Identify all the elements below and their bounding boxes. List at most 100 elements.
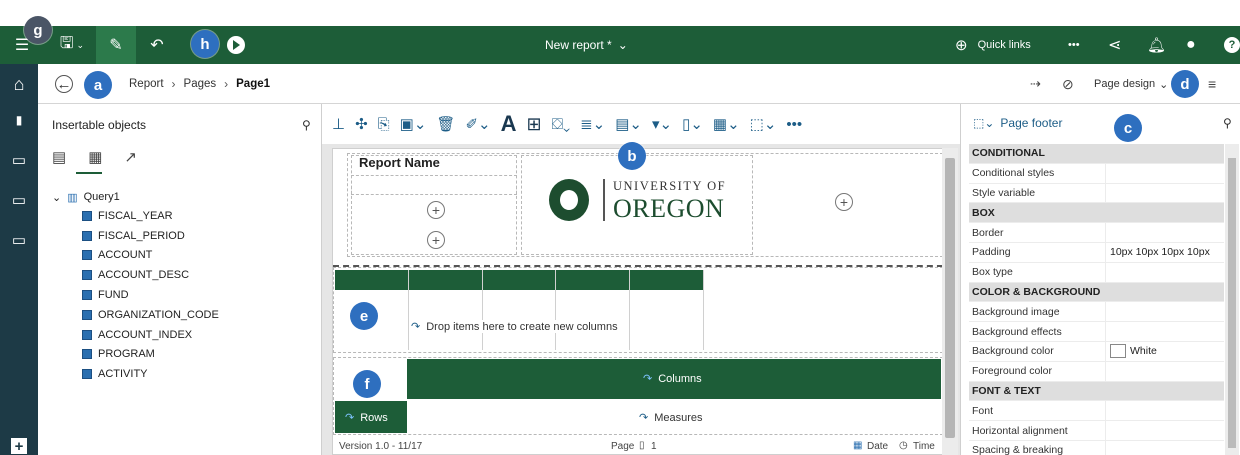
align-icon[interactable]: ≣⌄ (580, 115, 605, 133)
property-row[interactable]: Background color White (969, 341, 1224, 362)
pin-icon[interactable]: ⚲ (302, 118, 311, 132)
property-value[interactable] (1106, 184, 1224, 203)
pivot-icon[interactable]: ✣ (355, 115, 368, 133)
toolbox-tab-icon[interactable]: ↗ (124, 148, 137, 166)
table-icon[interactable]: ▦⌄ (713, 115, 740, 133)
report-title-dropdown[interactable]: New report * ⌄ (545, 26, 628, 64)
add-icon[interactable]: + (427, 201, 445, 219)
field-item[interactable]: ACCOUNT_INDEX (52, 325, 219, 345)
query-node[interactable]: ⌄ ▥ Query1 (52, 188, 219, 206)
canvas-scrollbar[interactable] (942, 148, 958, 455)
add-icon[interactable]: + (427, 231, 445, 249)
property-row[interactable]: Foreground color (969, 361, 1224, 382)
property-value[interactable] (1106, 302, 1224, 321)
field-item[interactable]: FISCAL_PERIOD (52, 226, 219, 246)
back-icon[interactable]: ← (55, 75, 73, 93)
save-icon[interactable]: 🖫 ⌄ (52, 26, 92, 64)
add-icon[interactable]: + (835, 193, 853, 211)
field-item[interactable]: ACCOUNT (52, 246, 219, 266)
folder-icon[interactable]: ▭ (9, 152, 29, 169)
vertical-align-icon[interactable]: ▤⌄ (615, 115, 642, 133)
page-design-dropdown[interactable]: Page design ⌄ (1094, 64, 1168, 104)
property-value[interactable] (1106, 164, 1224, 183)
drop-zone[interactable]: ↷ Drop items here to create new columns (411, 320, 622, 333)
property-row[interactable]: Background image (969, 302, 1224, 323)
border-icon[interactable]: ⊞ (527, 114, 542, 135)
property-section[interactable]: BOX (969, 203, 1224, 224)
select-icon[interactable]: ⬚⌄ (750, 115, 777, 133)
more-icon[interactable]: ••• (786, 116, 802, 133)
paste-icon[interactable]: ▣⌄ (400, 115, 427, 133)
field-item[interactable]: FUND (52, 285, 219, 305)
data-items-tab-icon[interactable]: ▦ (88, 148, 102, 166)
report-name[interactable]: Report Name (359, 155, 440, 170)
panel-toggle-icon[interactable]: ▮ (9, 112, 29, 128)
lock-icon[interactable]: ⊘ (1062, 64, 1074, 104)
object-selector[interactable]: ⬚⌄ Page footer (973, 116, 1062, 130)
property-value[interactable] (1106, 362, 1224, 381)
source-tab-icon[interactable]: ▤ (52, 148, 66, 166)
properties-icon[interactable]: ≡ (1208, 64, 1216, 104)
add-icon[interactable]: + (11, 438, 27, 455)
format-painter-icon[interactable]: ✐⌄ (465, 115, 490, 133)
property-row[interactable]: Background effects (969, 322, 1224, 342)
run-icon[interactable] (222, 26, 250, 64)
fill-icon[interactable]: ⛋⌄ (552, 116, 571, 133)
property-row[interactable]: Style variable (969, 183, 1224, 204)
font-icon[interactable]: A (501, 111, 517, 137)
copy-icon[interactable]: ⎘ (378, 116, 390, 133)
scrollbar-thumb[interactable] (1228, 158, 1236, 448)
property-value[interactable] (1106, 421, 1224, 440)
insert-icon[interactable]: ⊥ (332, 115, 345, 133)
field-item[interactable]: FISCAL_YEAR (52, 206, 219, 226)
help-button[interactable]: ? (1224, 26, 1240, 64)
rows-dropzone[interactable]: ↷ Rows (345, 411, 388, 425)
property-row[interactable]: Box type (969, 262, 1224, 283)
folder-icon[interactable]: ▭ (9, 232, 29, 249)
undo-icon[interactable]: ↶ (140, 26, 174, 64)
property-row[interactable]: Padding 10px 10px 10px 10px (969, 242, 1224, 263)
property-row[interactable]: Conditional styles (969, 163, 1224, 184)
field-item[interactable]: ACTIVITY (52, 364, 219, 384)
property-section[interactable]: CONDITIONAL (969, 144, 1224, 164)
property-value[interactable]: 10px 10px 10px 10px (1106, 243, 1224, 262)
folder-icon[interactable]: ▭ (9, 192, 29, 209)
columns-dropzone[interactable]: ↷ Columns (643, 372, 702, 386)
property-value[interactable] (1106, 223, 1224, 242)
property-row[interactable]: Font (969, 401, 1224, 422)
property-value[interactable] (1106, 441, 1224, 455)
color-swatch[interactable] (1110, 344, 1126, 359)
footer-date: Date (867, 441, 889, 452)
home-icon[interactable]: ⌂ (0, 64, 38, 104)
sort-icon[interactable]: ▾⌄ (652, 115, 672, 133)
property-value[interactable] (1106, 401, 1224, 420)
field-item[interactable]: ACCOUNT_DESC (52, 265, 219, 285)
scrollbar-thumb[interactable] (945, 158, 955, 438)
properties-scrollbar[interactable] (1225, 144, 1239, 455)
field-item[interactable]: ORGANIZATION_CODE (52, 305, 219, 325)
breadcrumb-pages[interactable]: Pages (184, 78, 217, 90)
pin-icon[interactable]: ⚲ (1223, 116, 1232, 130)
property-section[interactable]: COLOR & BACKGROUND (969, 282, 1224, 303)
bell-icon[interactable]: 🔔︎ (1147, 26, 1166, 64)
delete-icon[interactable]: 🗑︎ (436, 115, 455, 133)
property-value[interactable]: White (1106, 342, 1224, 361)
property-value[interactable] (1106, 322, 1224, 341)
property-value[interactable] (1106, 263, 1224, 282)
quick-links-button[interactable]: ⊕ Quick links (955, 26, 1031, 64)
breadcrumb-report[interactable]: Report (129, 78, 164, 90)
page-icon[interactable]: ▯⌄ (682, 115, 703, 133)
measures-dropzone[interactable]: ↷ Measures (639, 411, 703, 425)
more-button[interactable]: ••• (1068, 26, 1080, 64)
page-footer[interactable]: Version 1.0 - 11/17 Page ▯ 1 ▦ Date ◷ Ti… (333, 438, 953, 455)
header-subcell[interactable] (351, 175, 517, 195)
share-icon[interactable]: ⋖ (1108, 26, 1121, 64)
field-item[interactable]: PROGRAM (52, 345, 219, 365)
property-section[interactable]: FONT & TEXT (969, 381, 1224, 402)
user-icon[interactable]: ● (1186, 26, 1196, 64)
property-row[interactable]: Spacing & breaking (969, 440, 1224, 455)
property-row[interactable]: Horizontal alignment (969, 421, 1224, 441)
navigate-icon[interactable]: ⇢ (1030, 64, 1041, 104)
property-row[interactable]: Border (969, 223, 1224, 243)
edit-icon[interactable]: ✎ (96, 26, 136, 64)
